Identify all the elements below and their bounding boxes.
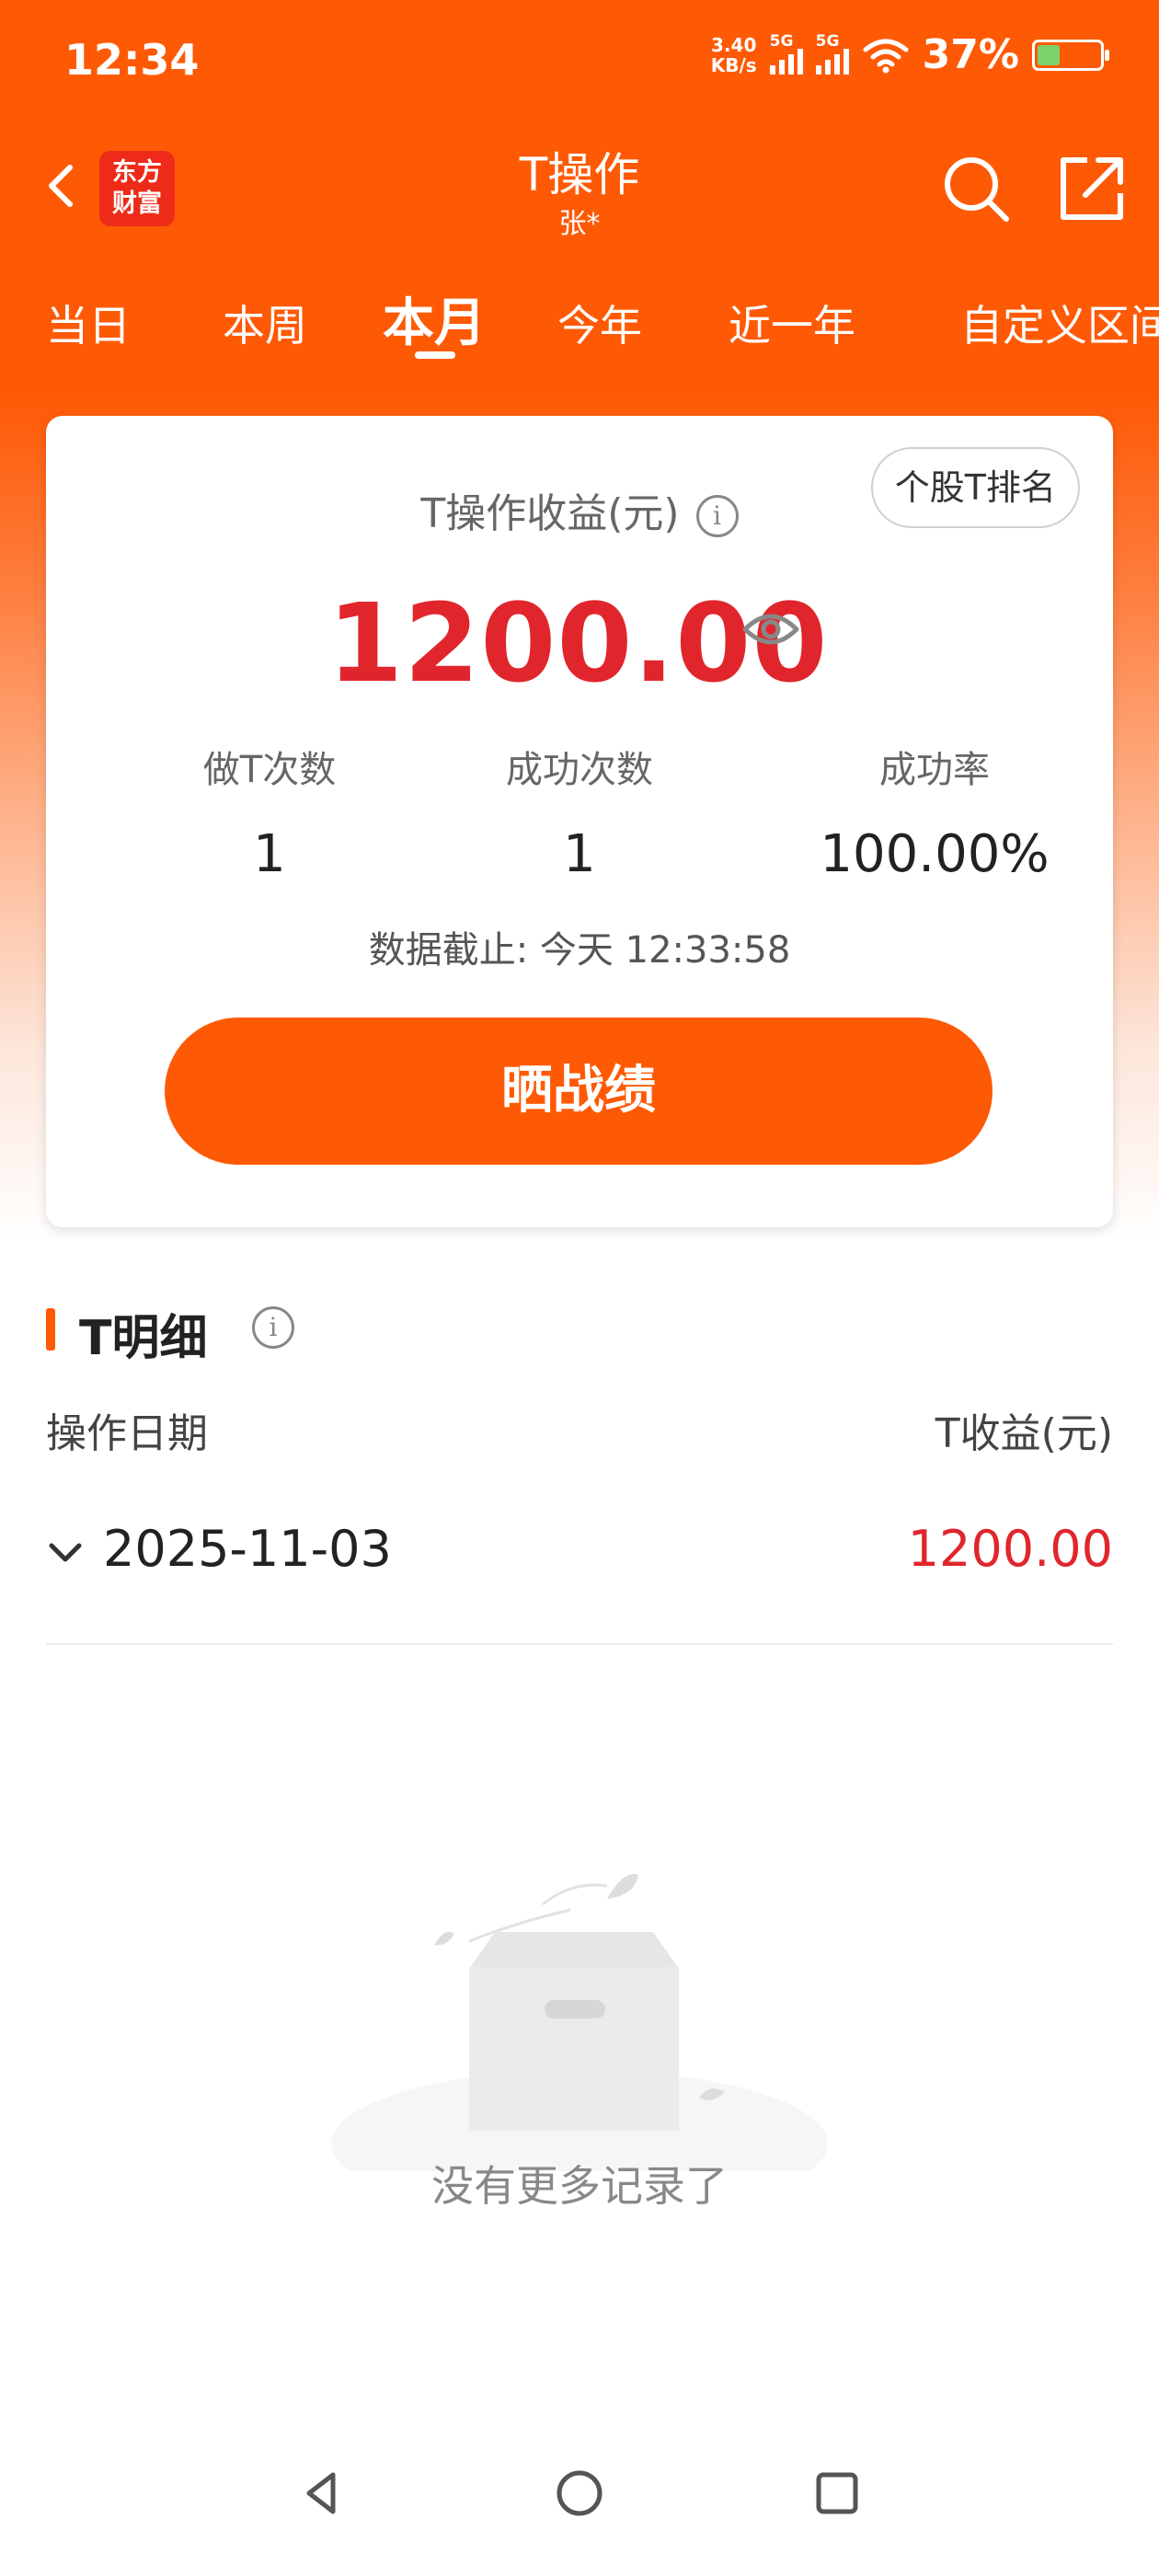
tab-week[interactable]: 本周 [223, 293, 307, 353]
summary-card: 个股T排名 T操作收益(元) i 1200.00 做T次数 1 成功次数 1 成功… [46, 416, 1113, 1227]
section-title: T明细 [79, 1311, 208, 1366]
status-bar: 12:34 3.40 KB/s 5G 5G 37% [0, 0, 1159, 124]
section-accent-bar [46, 1308, 55, 1351]
chevron-down-icon[interactable] [46, 1533, 85, 1571]
signal-icon: 5G [769, 32, 803, 75]
table-row[interactable]: 2025-11-03 1200.00 [46, 1490, 1113, 1645]
tab-last-year[interactable]: 近一年 [729, 293, 855, 353]
info-icon[interactable]: i [252, 1306, 294, 1349]
stat-trade-count: 做T次数 1 [202, 749, 337, 884]
network-speed: 3.40 KB/s [710, 33, 757, 76]
nav-recents-icon[interactable] [809, 2466, 865, 2521]
wifi-icon [863, 39, 909, 73]
share-results-button[interactable]: 晒战绩 [165, 1018, 993, 1165]
period-tabs: 当日 本周 本月 今年 近一年 自定义区间 [0, 276, 1159, 368]
profit-label: T操作收益(元) i [46, 480, 1113, 539]
eye-icon[interactable] [741, 607, 800, 651]
empty-box-illustration [331, 1874, 828, 2171]
nav-back-icon[interactable] [294, 2466, 350, 2521]
column-header-profit: T收益(元) [935, 1410, 1113, 1457]
row-date: 2025-11-03 [103, 1520, 392, 1578]
tab-today[interactable]: 当日 [46, 293, 131, 353]
column-header-date: 操作日期 [46, 1410, 208, 1457]
stat-success-count: 成功次数 1 [506, 749, 653, 884]
battery-icon [1032, 39, 1109, 71]
battery-percent: 37% [922, 31, 1019, 78]
signal-icon: 5G [815, 32, 849, 75]
share-icon[interactable] [1054, 151, 1130, 226]
app-header: 东方 财富 T操作 张* [0, 138, 1159, 240]
tab-year[interactable]: 今年 [557, 293, 642, 353]
stat-success-rate: 成功率 100.00% [820, 749, 1050, 884]
active-tab-indicator [415, 351, 455, 359]
data-cutoff-time: 数据截止: 今天 12:33:58 [368, 929, 791, 972]
search-icon[interactable] [938, 151, 1014, 226]
system-navigation-bar [0, 2466, 1159, 2558]
tab-month[interactable]: 本月 [383, 282, 486, 356]
row-profit: 1200.00 [907, 1520, 1113, 1578]
tab-custom-range[interactable]: 自定义区间 [960, 293, 1159, 353]
nav-home-icon[interactable] [552, 2466, 607, 2521]
info-icon[interactable]: i [695, 495, 739, 537]
empty-state-text: 没有更多记录了 [431, 2161, 728, 2211]
status-time: 12:34 [64, 35, 200, 85]
